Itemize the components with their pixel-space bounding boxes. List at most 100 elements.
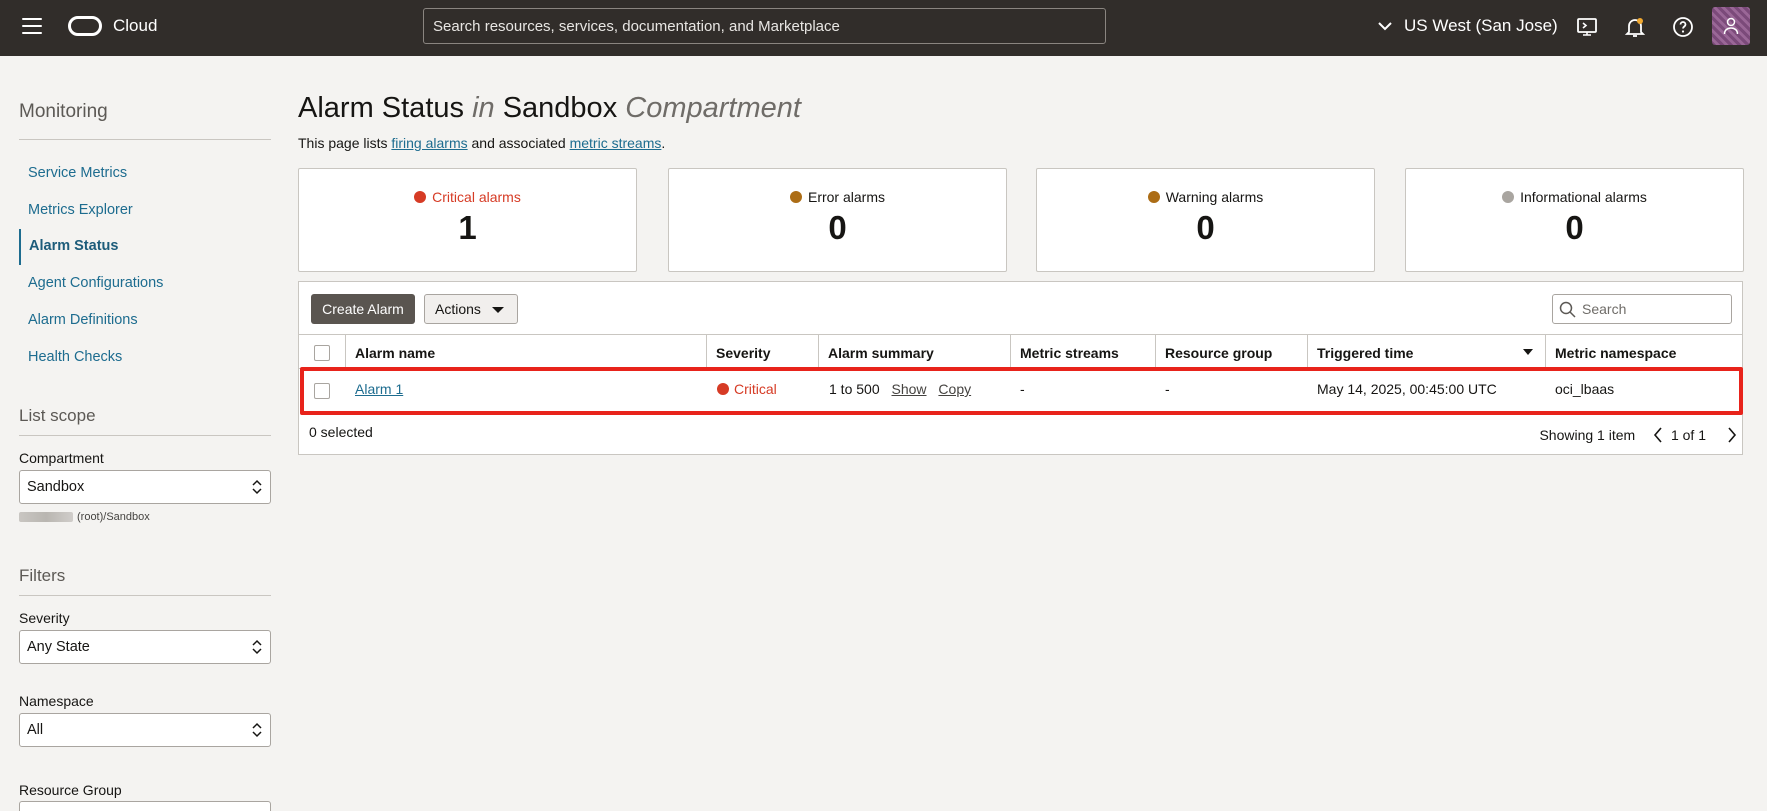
- compartment-path: (root)/Sandbox: [19, 511, 150, 523]
- table-row[interactable]: Alarm 1 Critical 1 to 500 Show Copy - - …: [299, 369, 1742, 409]
- warning-status-dot: [1147, 191, 1160, 203]
- select-chevron-icon: [252, 639, 262, 655]
- logo-text[interactable]: Cloud: [113, 16, 157, 36]
- resource-group-cell: -: [1165, 381, 1170, 397]
- list-scope-title: List scope: [19, 406, 96, 425]
- column-header-label: Triggered time: [1317, 345, 1414, 361]
- description-text: and associated: [467, 135, 570, 151]
- column-header-alarm-summary[interactable]: Alarm summary: [818, 335, 1010, 369]
- sidebar-item-alarm-definitions[interactable]: Alarm Definitions: [28, 312, 138, 328]
- select-chevron-icon: [252, 479, 262, 495]
- critical-status-dot: [717, 383, 729, 395]
- table-header: Alarm name Severity Alarm summary Metric…: [299, 334, 1742, 369]
- resource-group-select[interactable]: [19, 801, 271, 811]
- error-alarms-card[interactable]: Error alarms 0: [668, 168, 1007, 272]
- compartment-value: Sandbox: [27, 479, 85, 495]
- global-search-input[interactable]: Search resources, services, documentatio…: [423, 8, 1106, 44]
- severity-select[interactable]: Any State: [19, 630, 271, 664]
- selected-count: 0 selected: [309, 424, 373, 440]
- alarm-name-link[interactable]: Alarm 1: [355, 381, 403, 397]
- select-all-checkbox[interactable]: [314, 345, 330, 361]
- compartment-select[interactable]: Sandbox: [19, 470, 271, 504]
- sidebar-item-metrics-explorer[interactable]: Metrics Explorer: [28, 202, 133, 218]
- page-title-main: Alarm Status: [298, 92, 464, 124]
- namespace-select[interactable]: All: [19, 713, 271, 747]
- severity-cell: Critical: [717, 381, 777, 397]
- column-header-resource-group[interactable]: Resource group: [1155, 335, 1307, 369]
- menu-icon[interactable]: [22, 18, 42, 34]
- divider: [19, 595, 271, 596]
- chevron-down-icon: [1378, 21, 1392, 30]
- filters-title: Filters: [19, 566, 66, 585]
- column-header-alarm-name[interactable]: Alarm name: [345, 335, 706, 369]
- row-checkbox[interactable]: [314, 383, 330, 399]
- resource-group-label: Resource Group: [19, 782, 122, 798]
- card-count: 1: [458, 209, 477, 246]
- column-header-metric-streams[interactable]: Metric streams: [1010, 335, 1155, 369]
- region-selector[interactable]: US West (San Jose): [1378, 16, 1558, 36]
- select-chevron-icon: [252, 722, 262, 738]
- card-count: 0: [1565, 209, 1584, 246]
- sort-descending-icon[interactable]: [1523, 349, 1533, 355]
- column-header-metric-namespace[interactable]: Metric namespace: [1545, 335, 1742, 369]
- compartment-path-text: (root)/Sandbox: [77, 511, 150, 523]
- caret-down-icon: [492, 307, 504, 313]
- critical-status-dot: [414, 191, 427, 203]
- next-page-icon[interactable]: [1727, 427, 1737, 443]
- user-icon: [1723, 17, 1739, 35]
- firing-alarms-link[interactable]: firing alarms: [391, 135, 467, 151]
- metric-streams-cell: -: [1020, 381, 1025, 397]
- table-search-input[interactable]: Search: [1552, 294, 1732, 324]
- description-text: .: [661, 135, 666, 151]
- compartment-label: Compartment: [19, 450, 104, 466]
- error-status-dot: [789, 191, 802, 203]
- column-header-triggered-time[interactable]: Triggered time: [1307, 335, 1545, 369]
- search-icon: [1559, 301, 1576, 318]
- page-description: This page lists firing alarms and associ…: [298, 135, 665, 151]
- oracle-logo-icon[interactable]: [68, 16, 102, 36]
- card-label: Error alarms: [807, 189, 885, 205]
- card-label: Informational alarms: [1520, 189, 1647, 205]
- page-title-in: in: [472, 92, 495, 124]
- metric-streams-link[interactable]: metric streams: [570, 135, 662, 151]
- sidebar-section-title: Monitoring: [19, 101, 108, 122]
- sidebar-item-service-metrics[interactable]: Service Metrics: [28, 165, 127, 181]
- help-icon[interactable]: [1672, 16, 1694, 38]
- sidebar-item-agent-configurations[interactable]: Agent Configurations: [28, 275, 163, 291]
- show-summary-link[interactable]: Show: [892, 381, 927, 397]
- redacted-tenancy: [19, 512, 73, 523]
- sidebar-item-health-checks[interactable]: Health Checks: [28, 349, 122, 365]
- notifications-bell-icon[interactable]: [1624, 16, 1646, 38]
- showing-count: Showing 1 item: [1539, 427, 1636, 443]
- actions-menu-button[interactable]: Actions: [424, 294, 518, 324]
- create-alarm-button[interactable]: Create Alarm: [311, 294, 415, 324]
- copy-summary-link[interactable]: Copy: [938, 381, 971, 397]
- summary-text: 1 to 500: [829, 381, 880, 397]
- page-title: Alarm Status in Sandbox Compartment: [298, 92, 801, 125]
- severity-value: Any State: [27, 639, 90, 655]
- sidebar-item-alarm-status[interactable]: Alarm Status: [19, 229, 271, 265]
- namespace-label: Namespace: [19, 693, 94, 709]
- informational-status-dot: [1502, 191, 1515, 203]
- card-label: Warning alarms: [1165, 189, 1264, 205]
- previous-page-icon[interactable]: [1653, 427, 1663, 443]
- card-count: 0: [828, 209, 847, 246]
- alarms-table-panel: Create Alarm Actions Search Alarm name S…: [298, 281, 1743, 455]
- top-navigation-bar: Cloud Search resources, services, docume…: [0, 0, 1767, 56]
- sidebar-item-label: Alarm Status: [29, 238, 119, 254]
- critical-alarms-card[interactable]: Critical alarms 1: [298, 168, 637, 272]
- card-label: Critical alarms: [432, 189, 521, 205]
- cloud-shell-icon[interactable]: [1576, 16, 1598, 38]
- pagination: Showing 1 item 1 of 1: [1539, 424, 1706, 443]
- page-title-compartment: Sandbox: [502, 92, 618, 124]
- page-indicator: 1 of 1: [1670, 427, 1706, 443]
- column-header-severity[interactable]: Severity: [706, 335, 818, 369]
- informational-alarms-card[interactable]: Informational alarms 0: [1405, 168, 1744, 272]
- severity-label: Severity: [19, 610, 70, 626]
- user-avatar[interactable]: [1712, 7, 1750, 45]
- triggered-time-cell: May 14, 2025, 00:45:00 UTC: [1317, 381, 1497, 397]
- severity-text: Critical: [734, 381, 777, 397]
- warning-alarms-card[interactable]: Warning alarms 0: [1036, 168, 1375, 272]
- region-label: US West (San Jose): [1404, 16, 1558, 35]
- namespace-value: All: [27, 722, 44, 738]
